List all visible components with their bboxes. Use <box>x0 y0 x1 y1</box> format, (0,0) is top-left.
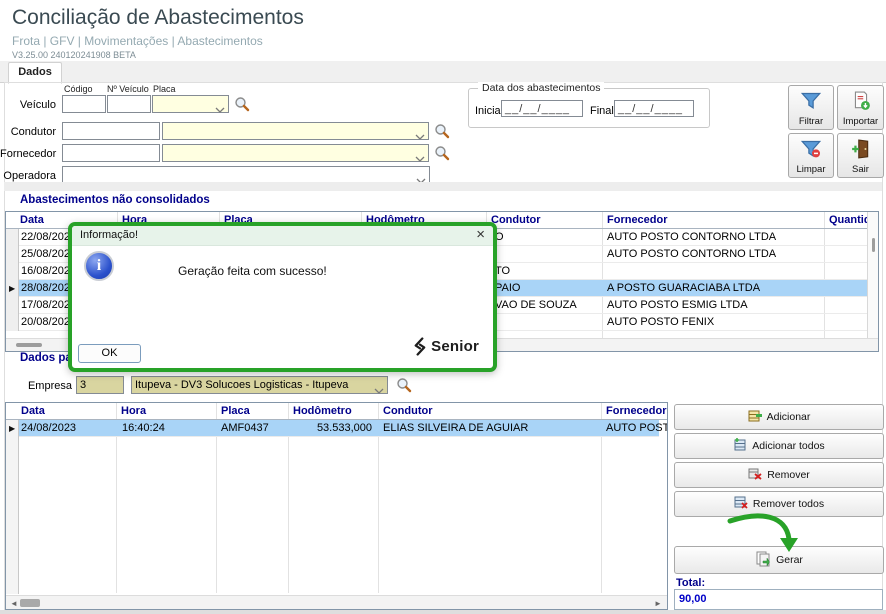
row-indicator-column <box>6 229 19 331</box>
horizontal-scrollbar[interactable]: ◄ ► <box>6 595 667 609</box>
vertical-scrollbar[interactable] <box>867 212 878 338</box>
column-header-condutor[interactable]: Condutor <box>491 214 540 226</box>
fornecedor-combo[interactable] <box>162 144 429 162</box>
dialog-title: Informação! <box>80 229 138 241</box>
funnel-icon <box>801 86 821 116</box>
funnel-clear-icon <box>801 134 821 164</box>
limpar-button[interactable]: Limpar <box>788 133 834 178</box>
column-header-hora[interactable]: Hora <box>121 405 146 417</box>
section-divider <box>4 182 882 191</box>
scrollbar-thumb[interactable] <box>20 599 40 607</box>
chevron-down-icon <box>374 383 384 399</box>
app-window: Conciliação de Abastecimentos Frota | GF… <box>0 0 886 614</box>
grid-dados-geracao: Data Hora Placa Hodômetro Condutor Forne… <box>5 402 668 610</box>
importar-button[interactable]: Importar <box>837 85 884 130</box>
scroll-left-arrow[interactable]: ◄ <box>10 600 18 608</box>
veiculo-label: Veículo <box>0 99 56 111</box>
column-header-data[interactable]: Data <box>20 214 44 226</box>
column-header-condutor[interactable]: Condutor <box>383 405 432 417</box>
window-bottom-strip <box>0 610 886 614</box>
tab-strip <box>0 61 886 83</box>
breadcrumb: Frota | GFV | Movimentações | Abastecime… <box>12 34 263 48</box>
filtrar-button[interactable]: Filtrar <box>788 85 834 130</box>
placa-search-icon[interactable] <box>234 96 250 117</box>
date-group-title: Data dos abastecimentos <box>478 82 604 94</box>
final-label: Final <box>590 105 614 117</box>
remove-all-rows-icon <box>734 496 748 512</box>
tab-dados[interactable]: Dados <box>8 62 62 84</box>
exit-door-icon <box>851 134 871 164</box>
senior-logo-text: Senior <box>431 338 479 355</box>
remove-row-icon <box>748 468 762 483</box>
grid-top-title: Abastecimentos não consolidados <box>20 194 210 206</box>
scrollbar-thumb[interactable] <box>16 343 42 347</box>
column-header-quantidade[interactable]: Quantidade <box>829 214 869 226</box>
placa-mini-label: Placa <box>153 84 176 94</box>
fornecedor-code-input[interactable] <box>62 144 160 162</box>
dialog-message: Geração feita com sucesso! <box>178 264 327 278</box>
final-date-input[interactable]: __/__/____ <box>614 100 694 117</box>
condutor-label: Condutor <box>0 126 56 138</box>
empresa-label: Empresa <box>22 380 72 392</box>
adicionar-button[interactable]: Adicionar <box>674 404 884 430</box>
codigo-mini-label: Código <box>64 84 93 94</box>
column-header-fornecedor[interactable]: Fornecedor <box>606 405 667 417</box>
fornecedor-search-icon[interactable] <box>434 145 450 166</box>
senior-logo-glyph <box>412 337 427 356</box>
chevron-down-icon <box>215 102 225 118</box>
num-veiculo-input[interactable] <box>107 95 151 113</box>
nveiculo-mini-label: Nº Veículo <box>107 84 149 94</box>
condutor-combo[interactable] <box>162 122 429 140</box>
annotation-arrow <box>716 511 808 557</box>
condutor-code-input[interactable] <box>62 122 160 140</box>
close-icon[interactable]: × <box>476 226 485 243</box>
empresa-search-icon[interactable] <box>396 377 412 398</box>
inicial-date-input[interactable]: __/__/____ <box>501 100 583 117</box>
add-row-icon <box>748 410 762 425</box>
table-row-selected[interactable]: 24/08/2023 16:40:24 AMF0437 53.533,000 E… <box>19 420 659 437</box>
total-label: Total: <box>676 577 705 589</box>
import-file-icon <box>851 86 871 116</box>
sair-button[interactable]: Sair <box>837 133 884 178</box>
scroll-right-arrow[interactable]: ► <box>654 600 662 608</box>
placa-combo[interactable] <box>152 95 229 113</box>
grid-bottom-title: Dados pa <box>20 352 72 364</box>
adicionar-todos-button[interactable]: Adicionar todos <box>674 433 884 459</box>
info-dialog: Informação! × i Geração feita com sucess… <box>68 222 497 372</box>
remover-button[interactable]: Remover <box>674 462 884 488</box>
empresa-combo[interactable]: Itupeva - DV3 Solucoes Logisticas - Itup… <box>131 376 388 394</box>
row-indicator-column <box>6 420 19 594</box>
current-row-arrow-icon: ▶ <box>9 284 15 293</box>
senior-logo: Senior <box>412 337 479 356</box>
codigo-input[interactable] <box>62 95 106 113</box>
operadora-label: Operadora <box>0 170 56 182</box>
dialog-title-bar: Informação! × <box>72 226 493 246</box>
date-range-group: Data dos abastecimentos Inicial __/__/__… <box>468 88 710 128</box>
chevron-down-icon <box>415 129 425 145</box>
ok-button[interactable]: OK <box>78 344 141 363</box>
column-header-placa[interactable]: Placa <box>221 405 250 417</box>
inicial-label: Inicial <box>475 105 503 117</box>
page-title: Conciliação de Abastecimentos <box>12 6 304 30</box>
column-header-hodometro[interactable]: Hodômetro <box>293 405 352 417</box>
column-header-data[interactable]: Data <box>21 405 45 417</box>
total-value: 90,00 <box>674 589 883 610</box>
fornecedor-label: Fornecedor <box>0 148 56 160</box>
column-header-fornecedor[interactable]: Fornecedor <box>607 214 668 226</box>
condutor-search-icon[interactable] <box>434 123 450 144</box>
version-label: V3.25.00 240120241908 BETA <box>12 50 136 60</box>
scrollbar-thumb[interactable] <box>872 238 875 252</box>
info-icon: i <box>84 251 114 281</box>
chevron-down-icon <box>415 151 425 167</box>
current-row-arrow-icon: ▶ <box>9 424 15 433</box>
add-all-rows-icon <box>733 438 747 454</box>
empresa-code-input[interactable]: 3 <box>76 376 124 394</box>
